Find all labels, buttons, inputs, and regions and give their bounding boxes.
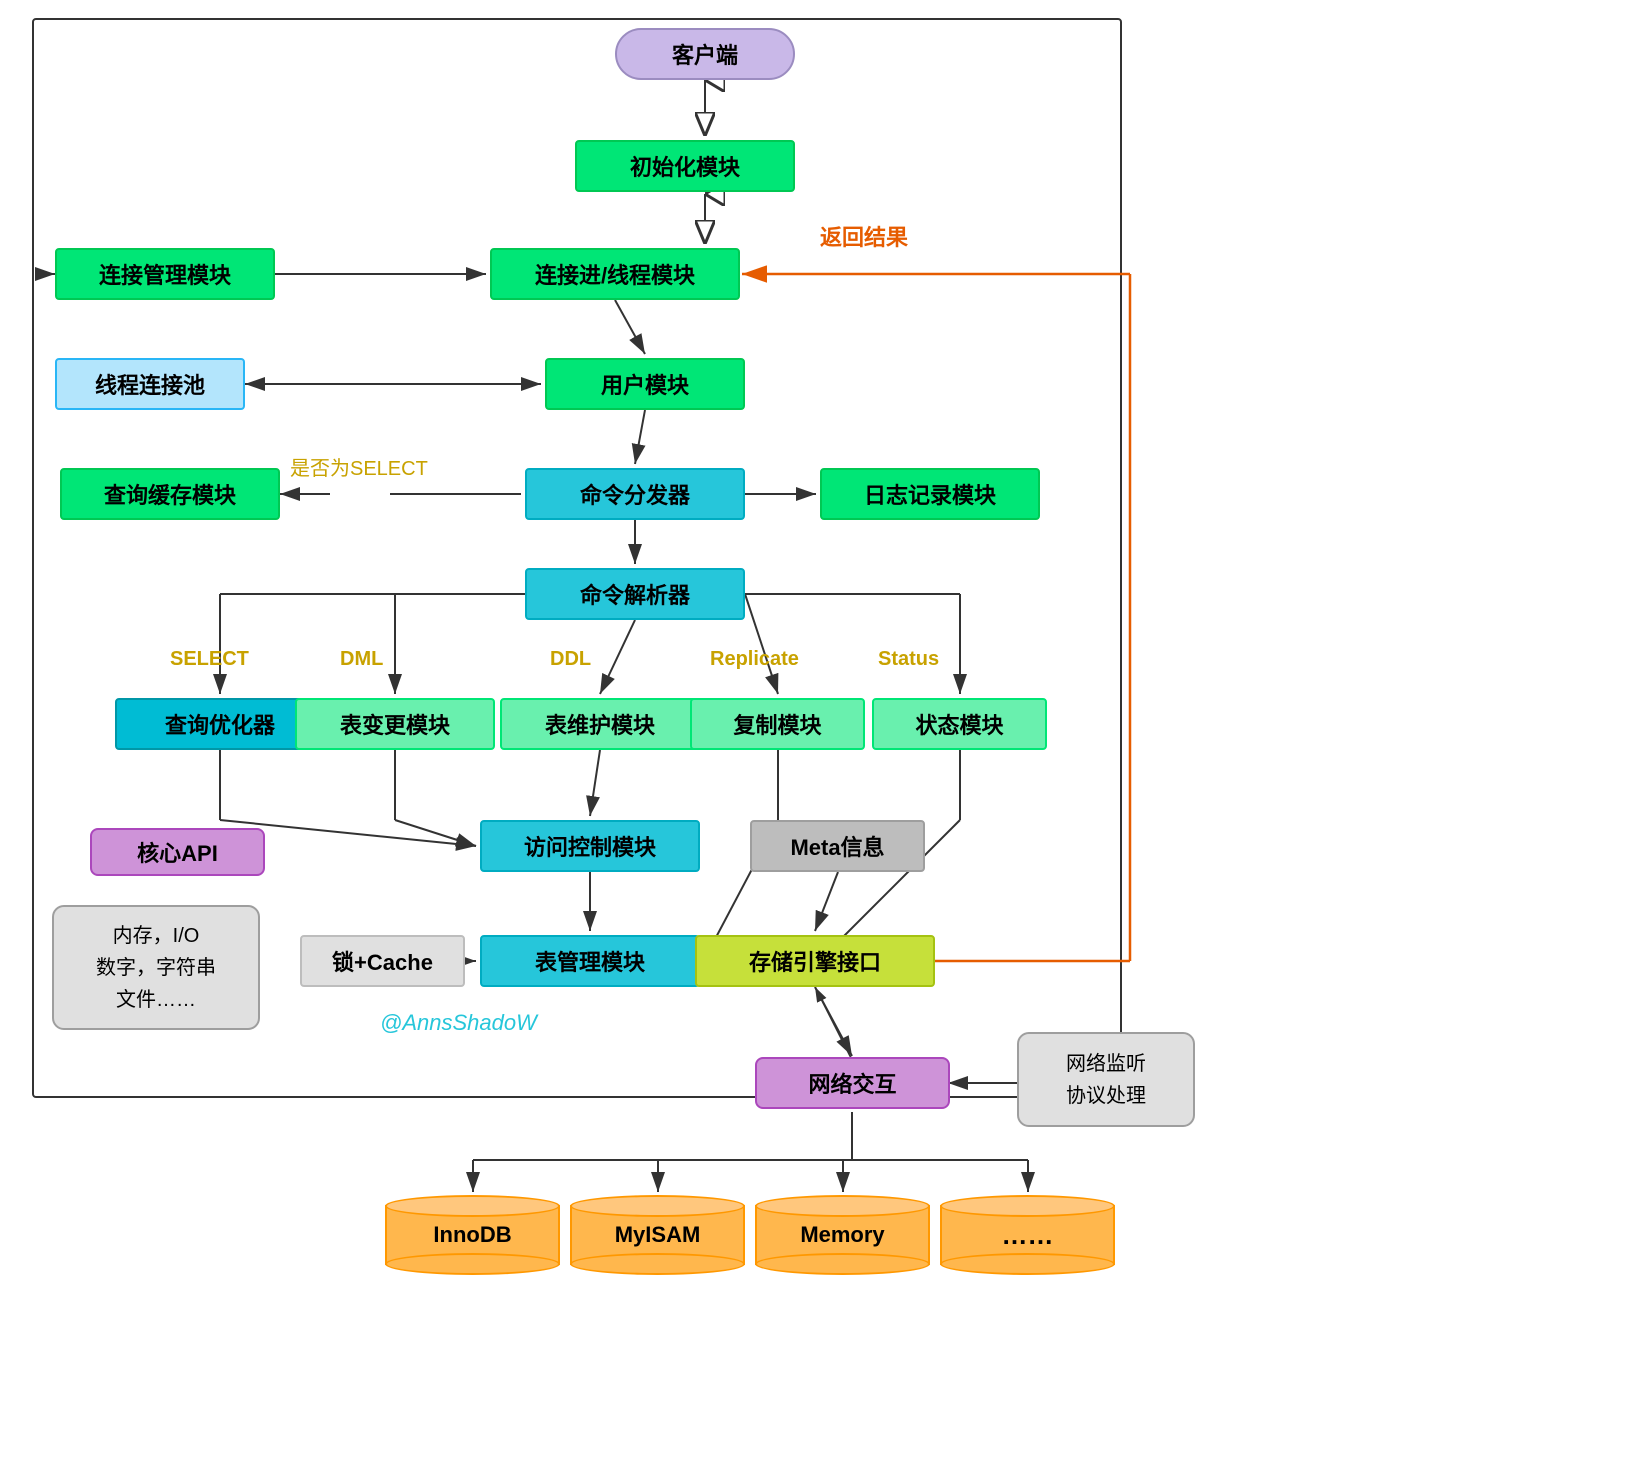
query-optimizer-node: 查询优化器 (115, 698, 325, 750)
cmd-dispatcher-node: 命令分发器 (525, 468, 745, 520)
client-node: 客户端 (615, 28, 795, 80)
status-label: Status (878, 648, 939, 671)
init-module-node: 初始化模块 (575, 140, 795, 192)
meta-info-node: Meta信息 (750, 820, 925, 872)
status-module-node: 状态模块 (872, 698, 1047, 750)
thread-pool-node: 线程连接池 (55, 358, 245, 410)
innodb-cylinder: InnoDB (385, 1195, 560, 1275)
memory-cylinder: Memory (755, 1195, 930, 1275)
is-select-label: 是否为SELECT (290, 452, 428, 481)
diagram-container: 客户端 初始化模块 连接管理模块 连接进/线程模块 返回结果 线程连接池 用户模… (0, 0, 1648, 1473)
access-ctrl-node: 访问控制模块 (480, 820, 700, 872)
core-api-node: 核心API (90, 828, 265, 876)
mem-io-node: 内存，I/O数字，字符串文件…… (52, 905, 260, 1030)
table-mgr-node: 表管理模块 (480, 935, 700, 987)
myisam-cylinder: MyISAM (570, 1195, 745, 1275)
table-maintain-node: 表维护模块 (500, 698, 700, 750)
log-module-node: 日志记录模块 (820, 468, 1040, 520)
return-result-label: 返回结果 (820, 220, 908, 252)
replicate-module-node: 复制模块 (690, 698, 865, 750)
replicate-label: Replicate (710, 648, 799, 671)
user-module-node: 用户模块 (545, 358, 745, 410)
watermark: @AnnsShadoW (380, 1010, 537, 1036)
table-change-node: 表变更模块 (295, 698, 495, 750)
net-interact-node: 网络交互 (755, 1057, 950, 1109)
ddl-label: DDL (550, 648, 591, 671)
lock-cache-node: 锁+Cache (300, 935, 465, 987)
ellipsis-cylinder: …… (940, 1195, 1115, 1275)
storage-engine-if-node: 存储引擎接口 (695, 935, 935, 987)
dml-label: DML (340, 648, 383, 671)
conn-thread-node: 连接进/线程模块 (490, 248, 740, 300)
cmd-parser-node: 命令解析器 (525, 568, 745, 620)
conn-mgr-node: 连接管理模块 (55, 248, 275, 300)
query-cache-node: 查询缓存模块 (60, 468, 280, 520)
select-label: SELECT (170, 648, 249, 671)
net-monitor-node: 网络监听协议处理 (1017, 1032, 1195, 1127)
